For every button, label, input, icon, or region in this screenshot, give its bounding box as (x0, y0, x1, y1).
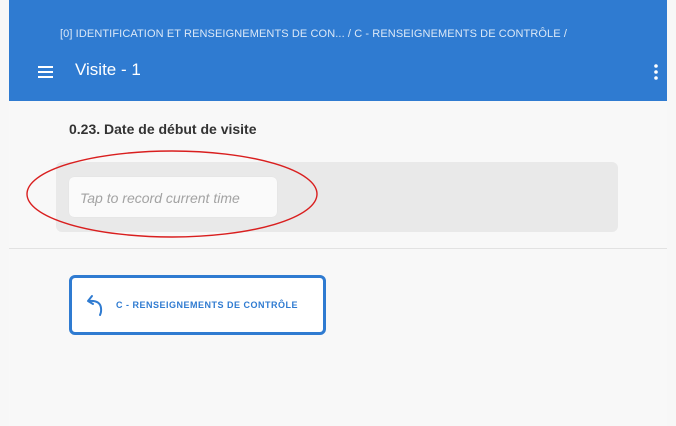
question-card: Tap to record current time (56, 162, 618, 232)
screen-frame: [0] IDENTIFICATION ET RENSEIGNEMENTS DE … (0, 0, 676, 426)
time-field-placeholder: Tap to record current time (80, 190, 240, 206)
section-divider (9, 248, 667, 249)
record-time-field[interactable]: Tap to record current time (69, 177, 277, 217)
breadcrumb[interactable]: [0] IDENTIFICATION ET RENSEIGNEMENTS DE … (60, 28, 567, 40)
more-vertical-icon[interactable] (649, 62, 663, 82)
content-area: 0.23. Date de début de visite Tap to rec… (9, 101, 667, 426)
page-title: Visite - 1 (75, 60, 141, 79)
back-to-section-button[interactable]: C - RENSEIGNEMENTS DE CONTRÔLE (69, 275, 326, 335)
curved-back-arrow-icon (86, 292, 106, 318)
question-label: 0.23. Date de début de visite (69, 121, 257, 137)
app-bar: [0] IDENTIFICATION ET RENSEIGNEMENTS DE … (9, 0, 667, 101)
hamburger-menu-icon[interactable] (36, 61, 58, 83)
back-button-label: C - RENSEIGNEMENTS DE CONTRÔLE (116, 300, 299, 310)
